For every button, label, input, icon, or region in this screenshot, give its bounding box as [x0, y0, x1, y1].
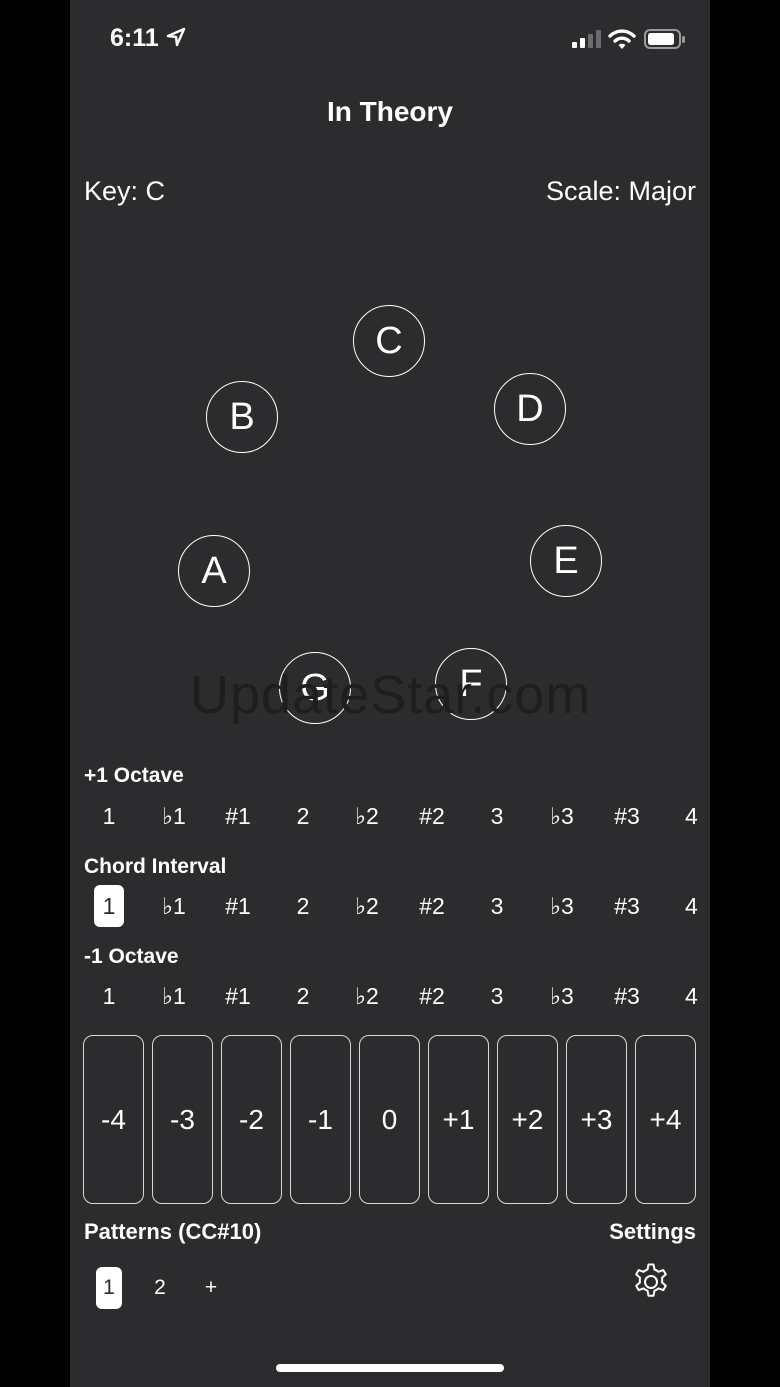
minus-octave-interval[interactable]: 1 — [94, 975, 124, 1017]
offset-button[interactable]: 0 — [359, 1035, 420, 1204]
chord-interval-option[interactable]: 2 — [288, 885, 318, 927]
offset-button[interactable]: -3 — [152, 1035, 213, 1204]
settings-label: Settings — [609, 1219, 696, 1244]
plus-octave-interval[interactable]: #1 — [223, 795, 253, 837]
page-title: In Theory — [326, 96, 453, 127]
home-indicator[interactable] — [276, 1364, 504, 1372]
minus-octave-interval[interactable]: #2 — [417, 975, 447, 1017]
minus-octave-interval[interactable]: #3 — [612, 975, 642, 1017]
minus-octave-interval[interactable]: 2 — [288, 975, 318, 1017]
patterns-label: Patterns (CC#10) — [84, 1219, 262, 1244]
offset-button[interactable]: +4 — [635, 1035, 696, 1204]
offset-button[interactable]: +1 — [428, 1035, 489, 1204]
minus-octave-interval[interactable]: ♭3 — [547, 975, 577, 1017]
plus-octave-interval[interactable]: #2 — [417, 795, 447, 837]
chord-interval-title: Chord Interval — [84, 855, 227, 878]
plus-octave-interval[interactable]: ♭2 — [352, 795, 382, 837]
chord-interval-intervals: 1 ♭1 #1 2 ♭2 #2 3 ♭3 #3 4 — [70, 885, 710, 927]
wifi-icon — [608, 29, 636, 49]
minus-octave-interval[interactable]: 3 — [482, 975, 512, 1017]
chord-interval-selected[interactable]: 1 — [94, 885, 124, 927]
minus-octave-title: -1 Octave — [84, 945, 179, 968]
pattern-button-1[interactable]: 1 — [96, 1267, 122, 1309]
offset-button[interactable]: -4 — [83, 1035, 144, 1204]
watermark: UpdateStar.com — [190, 665, 592, 725]
pattern-button-2[interactable]: 2 — [147, 1267, 173, 1309]
add-pattern-button[interactable]: + — [198, 1267, 224, 1309]
plus-octave-interval[interactable]: 4 — [685, 795, 701, 837]
chord-interval-option[interactable]: #2 — [417, 885, 447, 927]
plus-octave-interval[interactable]: 2 — [288, 795, 318, 837]
status-time: 6:11 — [110, 24, 159, 52]
offset-button[interactable]: -1 — [290, 1035, 351, 1204]
scale-selector[interactable]: Scale: Major — [546, 176, 696, 207]
minus-octave-intervals: 1 ♭1 #1 2 ♭2 #2 3 ♭3 #3 4 — [70, 975, 710, 1015]
gear-icon[interactable] — [630, 1261, 672, 1303]
battery-icon — [644, 29, 685, 49]
minus-octave-interval[interactable]: #1 — [223, 975, 253, 1017]
plus-octave-interval[interactable]: 3 — [482, 795, 512, 837]
chord-interval-option[interactable]: #3 — [612, 885, 642, 927]
cellular-signal-icon — [572, 30, 604, 48]
plus-octave-interval[interactable]: ♭3 — [547, 795, 577, 837]
offset-button[interactable]: +3 — [566, 1035, 627, 1204]
chord-interval-option[interactable]: 4 — [685, 885, 701, 927]
offset-button[interactable]: -2 — [221, 1035, 282, 1204]
chord-interval-option[interactable]: 3 — [482, 885, 512, 927]
key-selector[interactable]: Key: C — [84, 176, 165, 207]
app-screen: 6:11 In Theory Key: C Scale: Major C D E… — [70, 0, 710, 1387]
minus-octave-interval[interactable]: 4 — [685, 975, 701, 1017]
offset-button[interactable]: +2 — [497, 1035, 558, 1204]
minus-octave-interval[interactable]: ♭2 — [352, 975, 382, 1017]
note-button-g[interactable]: G — [279, 652, 351, 724]
note-button-c[interactable]: C — [353, 305, 425, 377]
plus-octave-interval[interactable]: ♭1 — [159, 795, 189, 837]
chord-interval-option[interactable]: ♭2 — [352, 885, 382, 927]
plus-octave-title: +1 Octave — [84, 764, 184, 787]
plus-octave-interval[interactable]: 1 — [94, 795, 124, 837]
note-button-f[interactable]: F — [435, 648, 507, 720]
note-button-d[interactable]: D — [494, 373, 566, 445]
location-arrow-icon — [166, 27, 186, 47]
note-button-b[interactable]: B — [206, 381, 278, 453]
minus-octave-interval[interactable]: ♭1 — [159, 975, 189, 1017]
note-button-a[interactable]: A — [178, 535, 250, 607]
note-button-e[interactable]: E — [530, 525, 602, 597]
chord-interval-option[interactable]: ♭1 — [159, 885, 189, 927]
plus-octave-intervals: 1 ♭1 #1 2 ♭2 #2 3 ♭3 #3 4 — [70, 795, 710, 835]
plus-octave-interval[interactable]: #3 — [612, 795, 642, 837]
chord-interval-option[interactable]: #1 — [223, 885, 253, 927]
chord-interval-option[interactable]: ♭3 — [547, 885, 577, 927]
